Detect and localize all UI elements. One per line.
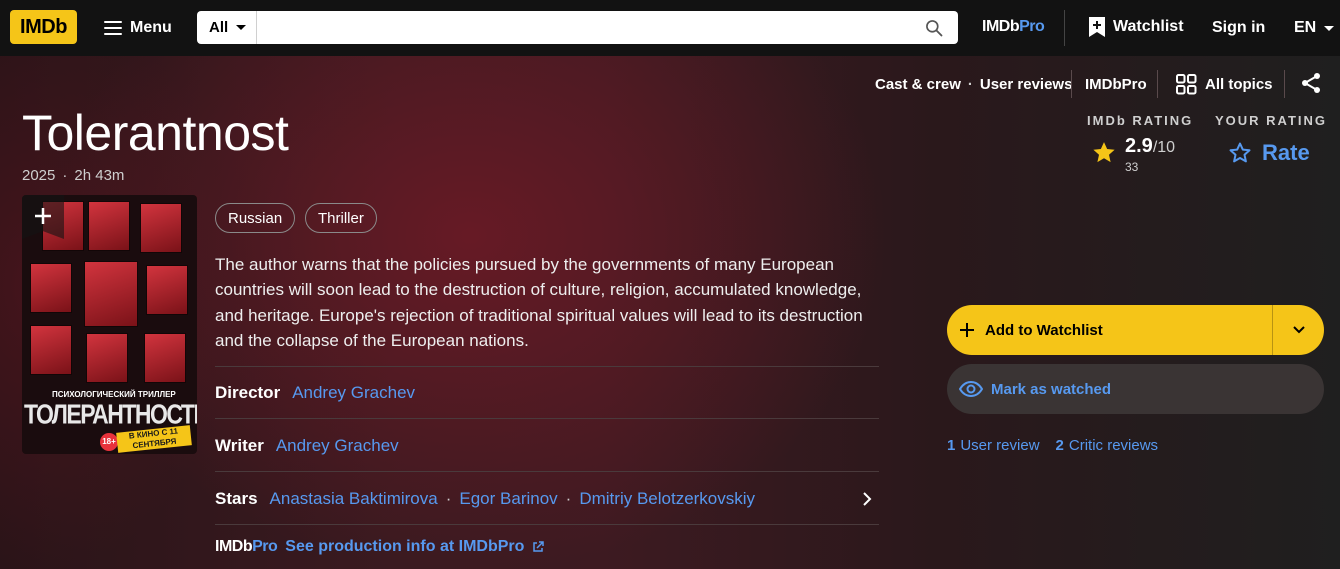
stars-label: Stars [215,489,258,508]
rating-value: 2.9 [1125,135,1153,157]
rate-label: Rate [1262,140,1310,165]
imdbpro-logo[interactable]: IMDbPro [982,18,1045,36]
poster-title: ТОЛЕРАНТНОСТЬ [24,398,197,430]
reviews-links: 1 User review 2 Critic reviews [947,437,1158,454]
divider [215,471,879,472]
menu-button[interactable]: Menu [104,17,172,39]
imdbpro-link[interactable]: IMDbPro [1085,74,1147,94]
user-reviews-link[interactable]: User reviews [980,76,1073,93]
all-topics-icon [1176,73,1197,94]
nav-divider [1064,10,1065,46]
poster-image[interactable]: ПСИХОЛОГИЧЕСКИЙ ТРИЛЛЕР ТОЛЕРАНТНОСТЬ 18… [22,195,197,454]
search-category-select[interactable]: All [197,11,257,44]
writer-label: Writer [215,436,264,455]
stars-row[interactable]: Stars Anastasia Baktimirova · Egor Barin… [215,489,879,509]
star-icon [1093,142,1115,163]
chevron-down-icon [1292,326,1305,334]
production-info-label: See production info at IMDbPro [285,538,525,555]
director-label: Director [215,383,281,402]
cast-crew-link[interactable]: Cast & crew [875,76,961,93]
signin-button[interactable]: Sign in [1212,19,1265,37]
hamburger-icon [104,21,122,35]
top-navigation-bar: IMDb Menu All IMDbPro Watchlist Sign in … [0,0,1340,56]
add-to-watchlist-main[interactable]: Add to Watchlist [947,305,1272,355]
plus-icon [960,323,974,337]
rating-scale: /10 [1152,139,1176,156]
imdb-rating-label: IMDb RATING [1087,113,1194,128]
critic-reviews-count-link[interactable]: 2 Critic reviews [1056,437,1159,454]
writer-row: Writer Andrey Grachev [215,436,399,456]
search-input[interactable] [259,11,913,46]
language-label: EN [1294,19,1317,36]
plot-summary: The author warns that the policies pursu… [215,255,863,350]
genre-chip[interactable]: Russian [215,203,296,233]
all-topics-button[interactable]: All topics [1176,73,1273,94]
share-icon[interactable] [1300,72,1322,94]
plus-icon [35,208,51,224]
runtime: 2h 43m [74,167,125,184]
genre-chip[interactable]: Thriller [305,203,377,233]
imdbpro-production-link[interactable]: IMDbPro See production info at IMDbPro [215,538,545,556]
star-separator: · [565,489,572,508]
rate-button[interactable]: Rate [1228,140,1310,166]
imdb-rating[interactable]: 2.9/10 33 [1091,135,1175,174]
poster-age-badge: 18+ [100,433,118,451]
subnav-bullet: · [967,75,973,93]
mark-watched-label: Mark as watched [991,380,1112,398]
language-select[interactable]: EN [1294,19,1335,37]
add-watchlist-label: Add to Watchlist [985,321,1103,339]
release-year[interactable]: 2025 [22,167,55,184]
director-link[interactable]: Andrey Grachev [292,383,415,403]
star-link[interactable]: Anastasia Baktimirova [270,489,438,509]
search-category-label: All [209,19,229,36]
rating-count: 33 [1125,160,1139,174]
watchlist-nav-label: Watchlist [1113,18,1184,35]
search-bar: All [197,11,958,46]
search-icon[interactable] [924,18,944,38]
star-link[interactable]: Dmitriy Belotzerkovskiy [579,489,755,509]
divider [215,524,879,525]
star-link[interactable]: Egor Barinov [459,489,557,509]
watchlist-nav-button[interactable]: Watchlist [1089,17,1184,37]
mark-as-watched-button[interactable]: Mark as watched [947,364,1324,414]
menu-label: Menu [130,19,172,36]
chevron-right-icon[interactable] [861,491,873,507]
title-meta: 2025 · 2h 43m [22,167,124,184]
watchlist-add-icon [1089,17,1105,37]
user-reviews-count-link[interactable]: 1 User review [947,437,1040,454]
page-title: Tolerantnost [22,105,289,161]
subnav-divider [1071,70,1072,98]
star-separator: · [445,489,452,508]
add-to-watchlist-button[interactable]: Add to Watchlist [947,305,1324,355]
all-topics-label: All topics [1205,75,1273,93]
star-outline-icon [1229,142,1251,163]
your-rating-label: YOUR RATING [1215,113,1328,128]
watchlist-dropdown-button[interactable] [1273,305,1324,355]
divider [215,418,879,419]
writer-link[interactable]: Andrey Grachev [276,436,399,456]
subnav-links: Cast & crew · User reviews [875,74,1072,94]
subnav-divider [1157,70,1158,98]
eye-icon [959,380,983,398]
meta-separator: · [62,167,68,184]
external-link-icon [533,541,545,552]
caret-down-icon [236,25,247,30]
divider [215,366,879,367]
subnav-divider [1284,70,1285,98]
director-row: Director Andrey Grachev [215,383,415,403]
imdb-logo[interactable]: IMDb [10,10,77,44]
imdbpro-brand: IMDbPro [215,538,278,555]
caret-down-icon [1324,25,1335,31]
